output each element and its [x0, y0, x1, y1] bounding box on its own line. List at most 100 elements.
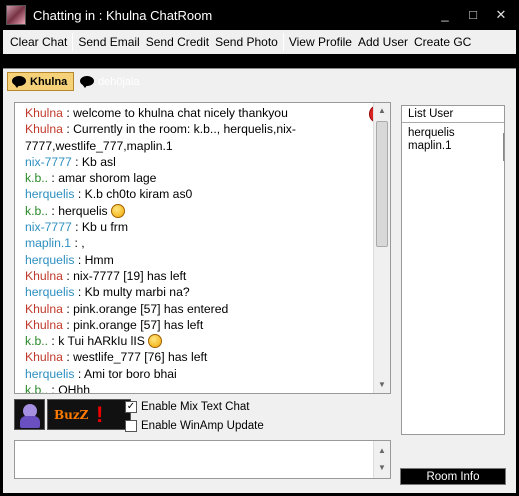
room-info-button[interactable]: Room Info — [400, 468, 506, 485]
scroll-up-arrow-icon[interactable]: ▲ — [374, 103, 390, 119]
main-panel: Khulna : welcome to khulna chat nicely t… — [3, 92, 516, 493]
winamp-option[interactable]: Enable WinAmp Update — [125, 420, 264, 432]
chat-message: herquelis : Ami tor boro bhai — [25, 366, 370, 382]
chat-text: : Ami tor boro bhai — [74, 366, 177, 381]
chat-text: : welcome to khulna chat nicely thankyou — [62, 106, 288, 120]
menu-add-user[interactable]: Add User — [355, 35, 411, 49]
chat-nick[interactable]: Khulna — [25, 269, 63, 283]
chat-message: herquelis : Hmm — [25, 252, 370, 268]
scroll-thumb[interactable] — [376, 121, 388, 247]
chat-nick[interactable]: herquelis — [25, 367, 74, 381]
chat-message: k.b.. : herquelis — [25, 203, 370, 219]
chat-text: : amar shorom lage — [48, 171, 157, 186]
title-bar: Chatting in : Khulna ChatRoom _ □ ✕ — [0, 0, 519, 30]
chat-message: k.b.. : OHhh — [25, 382, 370, 394]
chat-text: : Kb asl — [71, 154, 116, 169]
exclamation-icon: ! — [96, 402, 104, 427]
chat-nick[interactable]: Khulna — [25, 350, 63, 364]
chat-message: Khulna : pink.orange [57] has entered — [25, 301, 370, 317]
app-icon — [6, 5, 26, 25]
winamp-checkbox[interactable] — [125, 420, 137, 432]
message-input[interactable]: ▲ ▼ — [14, 440, 391, 479]
menu-view-profile[interactable]: View Profile — [286, 35, 355, 49]
chat-message: Khulna : Currently in the room: k.b.., h… — [25, 121, 370, 154]
menu-send-credit[interactable]: Send Credit — [143, 35, 212, 49]
chat-nick[interactable]: Khulna — [25, 302, 63, 316]
mix-text-label: Enable Mix Text Chat — [141, 401, 250, 413]
chat-nick[interactable]: Khulna — [25, 106, 63, 120]
close-button[interactable]: ✕ — [491, 6, 511, 24]
chat-message: Khulna : nix-7777 [19] has left — [25, 268, 370, 284]
mix-text-checkbox[interactable]: ✓ — [125, 401, 137, 413]
user-list-header: List User — [402, 106, 504, 123]
menu-clear-chat[interactable]: Clear Chat — [7, 35, 70, 49]
menu-send-photo[interactable]: Send Photo — [212, 35, 281, 49]
chat-nick[interactable]: k.b.. — [25, 204, 48, 218]
menu-bar: Clear Chat Send Email Send Credit Send P… — [3, 30, 516, 54]
chat-text: : k Tui hARkIu lIS — [48, 334, 149, 349]
chat-text: : Kb u frm — [71, 220, 128, 235]
chat-message: Khulna : westlife_777 [76] has left — [25, 349, 370, 365]
chat-text: : westlife_777 [76] has left — [62, 350, 208, 365]
chat-scrollbar[interactable]: ▲ ▼ — [373, 103, 390, 393]
chat-tools: BuzZ ! ✓ Enable Mix Text Chat Enable Win… — [14, 399, 391, 435]
maximize-button[interactable]: □ — [463, 6, 483, 24]
chat-log[interactable]: Khulna : welcome to khulna chat nicely t… — [14, 102, 391, 394]
chat-text: : pink.orange [57] has left — [62, 317, 204, 332]
scroll-down-arrow-icon[interactable]: ▼ — [374, 460, 390, 476]
chat-message: k.b.. : k Tui hARkIu lIS — [25, 333, 370, 349]
chat-nick[interactable]: Khulna — [25, 318, 63, 332]
tab-khulna[interactable]: Khulna — [7, 72, 74, 91]
chat-nick[interactable]: nix-7777 — [25, 155, 72, 169]
chat-nick[interactable]: herquelis — [25, 253, 74, 267]
minimize-button[interactable]: _ — [435, 6, 455, 24]
chat-message: maplin.1 : , — [25, 235, 370, 251]
chat-message: nix-7777 : Kb asl — [25, 154, 370, 170]
tab-deh0jala[interactable]: deh0jala — [76, 72, 148, 91]
window-controls: _ □ ✕ — [435, 6, 511, 24]
chat-nick[interactable]: k.b.. — [25, 383, 48, 393]
smiley-emoticon-icon — [111, 203, 126, 218]
input-scrollbar[interactable]: ▲ ▼ — [373, 441, 390, 478]
chat-text: : OHhh — [48, 383, 91, 394]
menu-separator — [282, 33, 284, 51]
user-list-item[interactable]: herquelis — [402, 127, 504, 140]
chat-nick[interactable]: nix-7777 — [25, 220, 72, 234]
chat-message: Khulna : pink.orange [57] has left — [25, 317, 370, 333]
chat-lines: Khulna : welcome to khulna chat nicely t… — [25, 105, 370, 394]
chat-message: herquelis : K.b ch0to kiram as0 — [25, 186, 370, 202]
user-list-item[interactable]: maplin.1 — [402, 140, 504, 153]
chat-text: : pink.orange [57] has entered — [62, 301, 229, 316]
chat-text: : nix-7777 [19] has left — [62, 268, 187, 283]
chat-nick[interactable]: k.b.. — [25, 171, 48, 185]
scroll-up-arrow-icon[interactable]: ▲ — [374, 443, 390, 459]
chat-text: : Hmm — [74, 252, 114, 267]
chat-message: herquelis : Kb multy marbi na? — [25, 284, 370, 300]
panel-splitter[interactable] — [503, 133, 506, 161]
chat-bubble-icon — [11, 75, 27, 88]
user-list: List User herquelis maplin.1 — [401, 105, 505, 435]
window-title: Chatting in : Khulna ChatRoom — [33, 7, 213, 23]
chat-bubble-icon — [79, 75, 95, 88]
mix-text-option[interactable]: ✓ Enable Mix Text Chat — [125, 401, 249, 413]
chat-nick[interactable]: herquelis — [25, 187, 74, 201]
chat-message: k.b.. : amar shorom lage — [25, 170, 370, 186]
chat-text: : herquelis — [48, 203, 112, 218]
chat-message: Khulna : welcome to khulna chat nicely t… — [25, 105, 370, 121]
chat-text: : K.b ch0to kiram as0 — [74, 187, 193, 202]
tab-label: deh0jala — [98, 75, 140, 88]
scroll-down-arrow-icon[interactable]: ▼ — [374, 377, 390, 393]
chat-text: : Currently in the room: k.b.., herqueli… — [25, 122, 296, 153]
room-tab-strip: Khulna deh0jala — [3, 68, 516, 92]
chat-nick[interactable]: maplin.1 — [25, 236, 71, 250]
avatar[interactable] — [14, 399, 45, 430]
chat-nick[interactable]: herquelis — [25, 285, 74, 299]
chat-nick[interactable]: k.b.. — [25, 334, 48, 348]
smiley-emoticon-icon — [148, 334, 163, 349]
menu-create-gc[interactable]: Create GC — [411, 35, 474, 49]
buzz-button[interactable]: BuzZ ! — [47, 399, 131, 430]
buzz-label: BuzZ — [54, 408, 89, 422]
menu-send-email[interactable]: Send Email — [75, 35, 142, 49]
chat-text: : , — [71, 236, 85, 251]
chat-nick[interactable]: Khulna — [25, 122, 63, 136]
